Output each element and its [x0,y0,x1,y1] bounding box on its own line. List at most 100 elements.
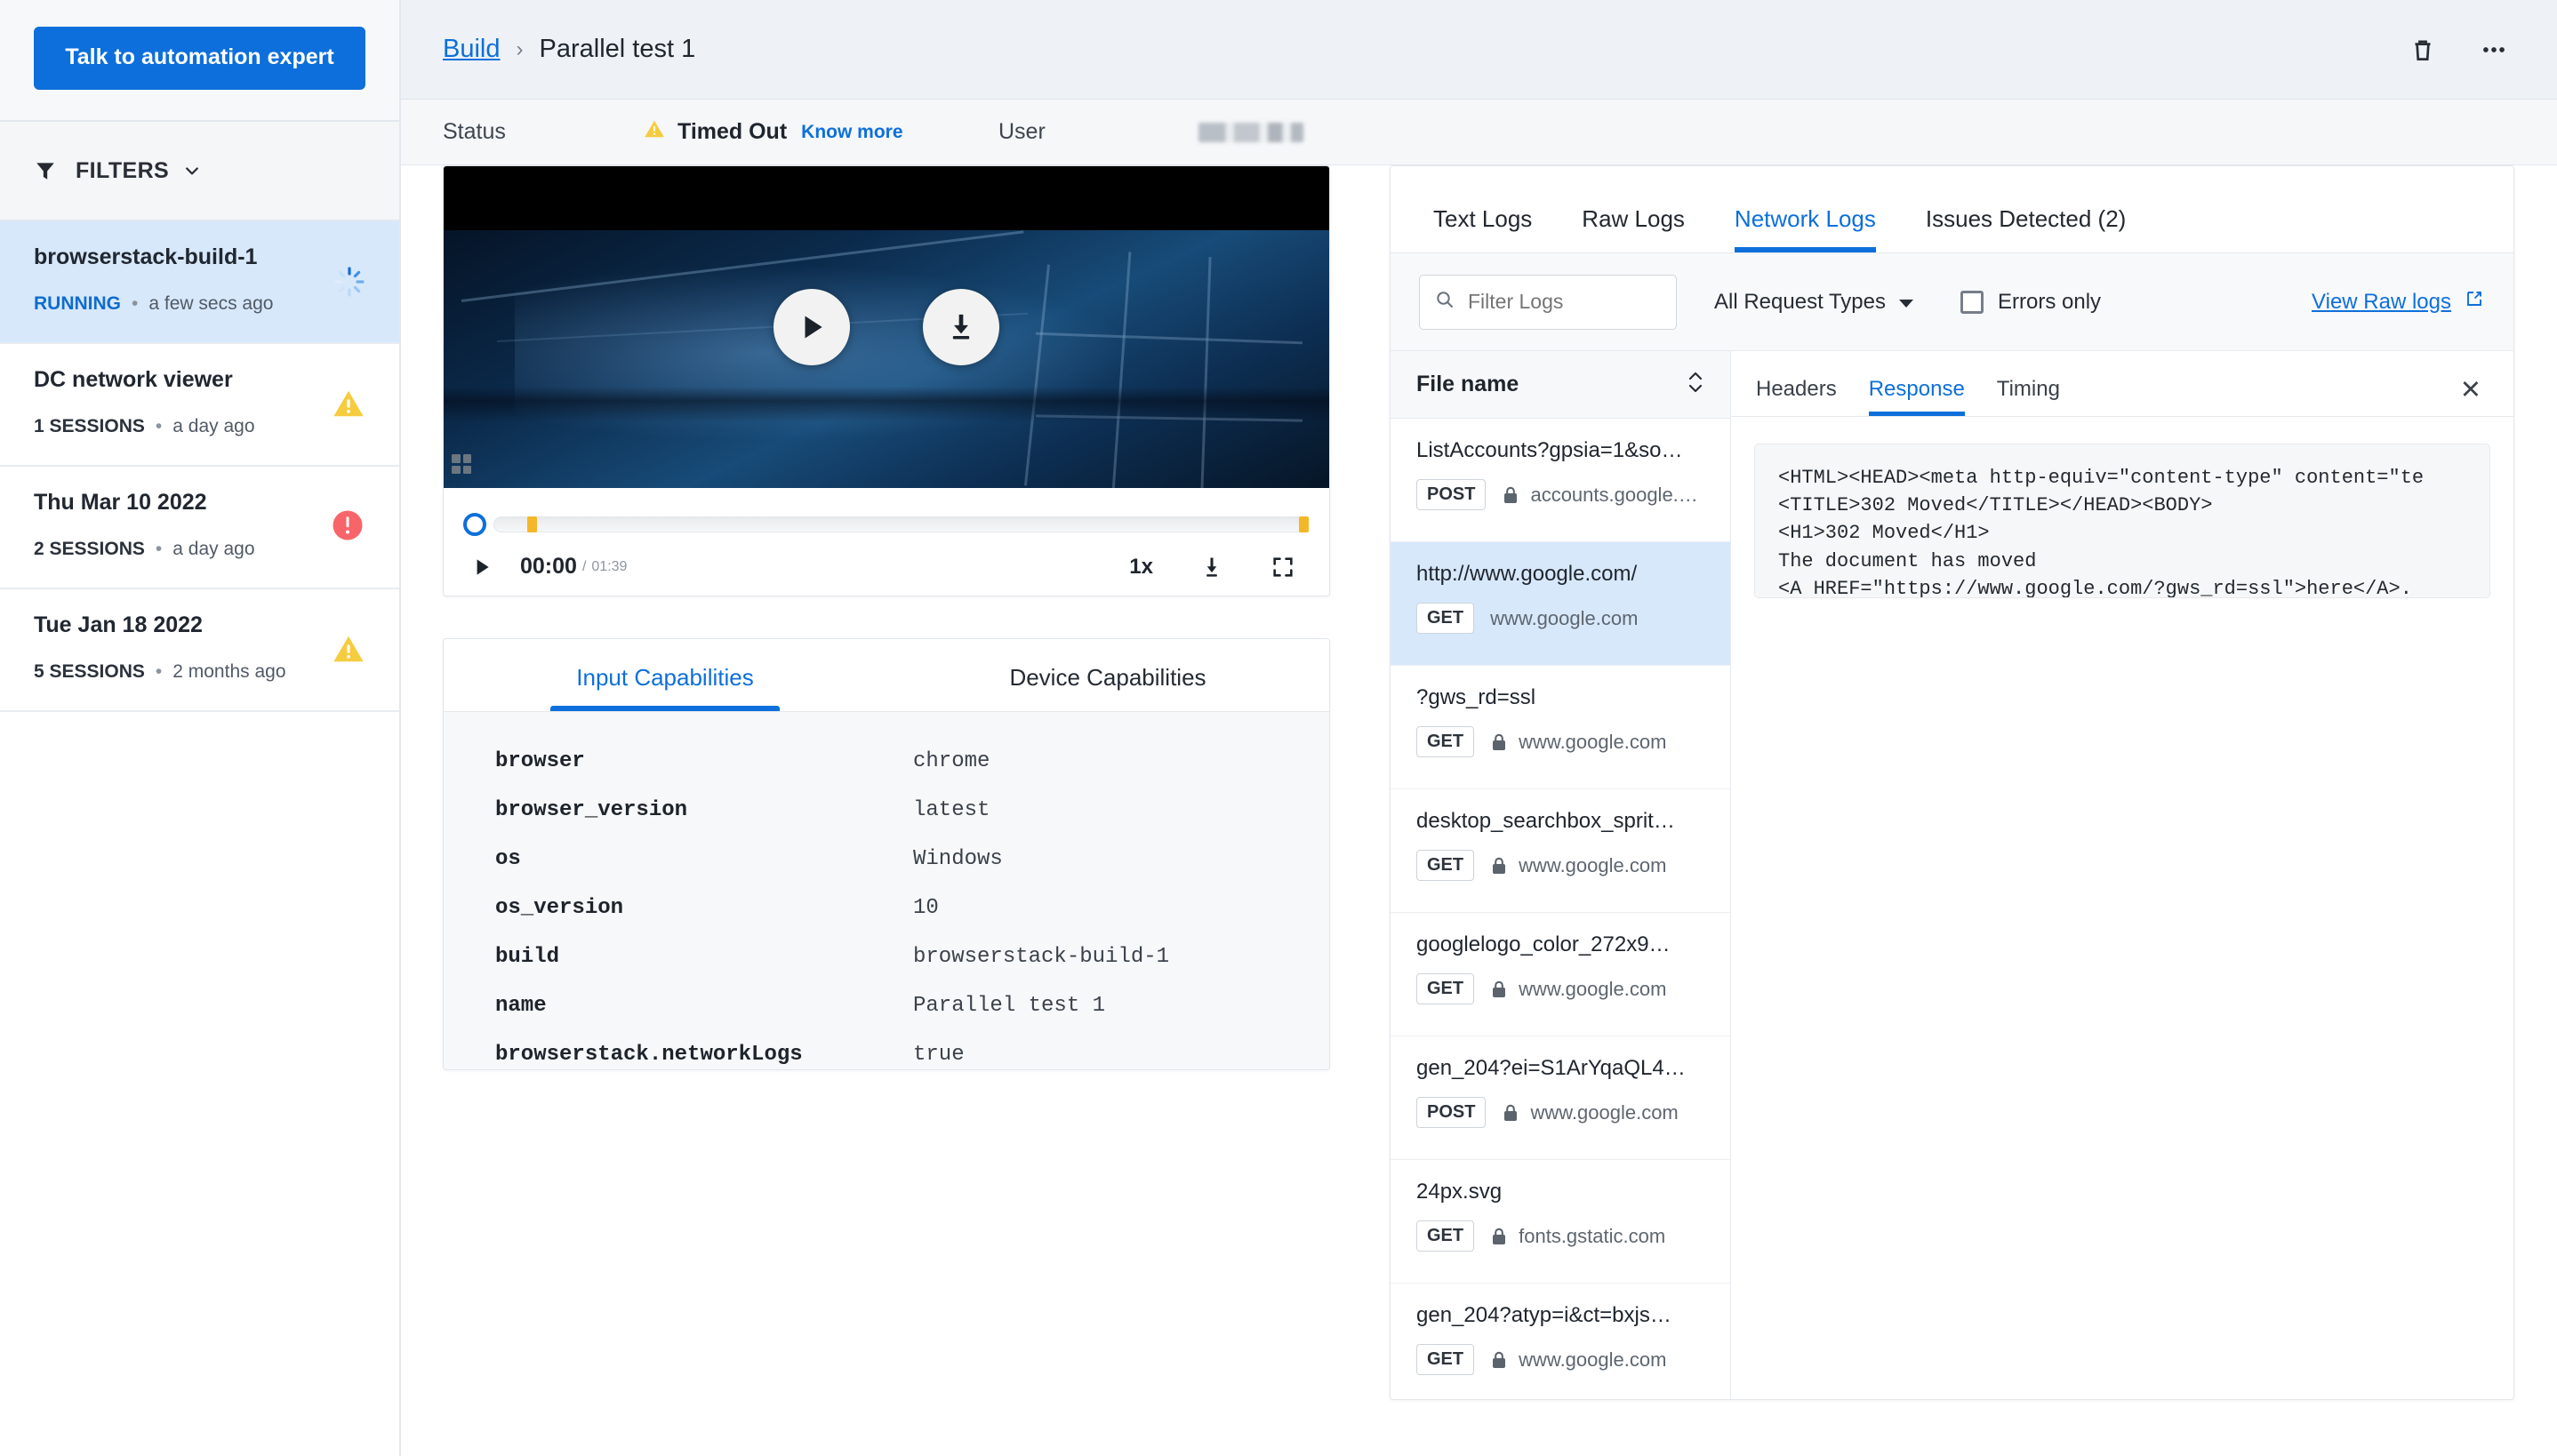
file-list-item[interactable]: 24px.svg GET fonts.gstatic.com [1391,1160,1730,1284]
file-list-item[interactable]: desktop_searchbox_sprit… GET www.google.… [1391,789,1730,913]
capability-row: build browserstack-build-1 [444,932,1329,981]
tab-issues-detected[interactable]: Issues Detected (2) [1926,205,2126,252]
file-host: fonts.gstatic.com [1519,1224,1666,1247]
file-sub: GET www.google.com [1416,603,1711,634]
session-status-bar: Status Timed Out Know more User [401,100,2557,165]
file-sub: GET www.google.com [1416,850,1711,881]
logs-tabs: Text Logs Raw Logs Network Logs Issues D… [1391,166,2513,253]
file-list-item[interactable]: gen_204?atyp=i&ct=bxjs… GET www.google.c… [1391,1284,1730,1399]
view-raw-logs-link[interactable]: View Raw logs [2312,288,2485,316]
lock-icon [1490,732,1508,752]
errors-only-checkbox[interactable]: Errors only [1960,290,2101,315]
tab-device-capabilities[interactable]: Device Capabilities [886,639,1329,711]
status-badge: Timed Out [677,119,788,144]
request-detail-column: Headers Response Timing ✕ <HTML><HEAD><m… [1731,351,2513,1399]
seek-marker [526,516,537,532]
logs-body: File name ListAccounts?gpsia=1&so… POST [1391,351,2513,1399]
play-icon[interactable] [470,555,493,580]
capability-value: latest [913,798,990,822]
capability-key: browserstack.networkLogs [495,1043,803,1067]
file-list-header[interactable]: File name [1391,351,1730,419]
seek-marker [1298,516,1309,532]
search-icon [1434,289,1455,315]
method-chip: GET [1416,726,1475,757]
capability-value: browserstack-build-1 [913,945,1170,969]
tab-text-logs[interactable]: Text Logs [1433,205,1532,252]
trash-icon[interactable] [2408,35,2438,65]
close-icon[interactable]: ✕ [2460,378,2481,404]
external-link-icon [2451,288,2485,316]
file-host: www.google.com [1490,606,1639,629]
playback-speed-button[interactable]: 1x [1129,555,1153,580]
filters-label: FILTERS [76,157,170,183]
lock-icon [1490,1227,1508,1246]
build-list-item[interactable]: Tue Jan 18 2022 5 SESSIONS • 2 months ago [0,589,399,712]
lock-icon [1502,485,1519,505]
warning-triangle-icon [332,632,367,668]
file-host: www.google.com [1519,853,1667,876]
detail-tabs: Headers Response Timing ✕ [1731,351,2513,417]
build-list-item[interactable]: Thu Mar 10 2022 2 SESSIONS • a day ago [0,467,399,589]
tab-network-logs[interactable]: Network Logs [1734,205,1876,252]
build-meta: 1 SESSIONS • a day ago [34,412,301,441]
file-sub: GET fonts.gstatic.com [1416,1220,1711,1252]
request-type-value: All Request Types [1714,289,1886,314]
build-list-item[interactable]: DC network viewer 1 SESSIONS • a day ago [0,344,399,467]
file-sub: GET www.google.com [1416,726,1711,757]
download-video-button[interactable] [923,289,999,365]
seek-track[interactable] [493,516,1309,532]
file-list-item[interactable]: http://www.google.com/ GET www.google.co… [1391,542,1730,666]
play-button[interactable] [774,289,850,365]
filter-logs-box[interactable] [1419,274,1731,330]
video-time-separator: / [581,558,587,574]
warning-triangle-icon [643,117,666,147]
breadcrumb-current: Parallel test 1 [539,35,696,63]
tab-timing[interactable]: Timing [1997,377,2060,416]
method-chip: POST [1416,1097,1487,1128]
build-time: a day ago [172,538,255,559]
response-body-text: <HTML><HEAD><meta http-equiv="content-ty… [1778,467,2425,598]
capability-row: os Windows [444,835,1329,884]
ellipsis-icon[interactable] [2479,35,2509,65]
breadcrumb-build-link[interactable]: Build [443,35,501,64]
seek-handle[interactable] [463,513,486,536]
build-sessions: 2 SESSIONS [34,538,145,559]
build-meta: 2 SESSIONS • a day ago [34,535,301,564]
capability-key: os [495,847,521,871]
response-body-box: <HTML><HEAD><meta http-equiv="content-ty… [1754,444,2490,598]
file-host: www.google.com [1519,1348,1667,1371]
download-icon[interactable] [1199,555,1224,580]
talk-to-automation-expert-button[interactable]: Talk to automation expert [34,27,365,90]
tab-raw-logs[interactable]: Raw Logs [1582,205,1685,252]
know-more-link[interactable]: Know more [801,122,902,143]
file-list-item[interactable]: gen_204?ei=S1ArYqaQL4… POST www.google.c… [1391,1036,1730,1160]
seek-row [463,509,1309,540]
error-circle-icon [332,509,367,545]
file-list-item[interactable]: ListAccounts?gpsia=1&so… POST accounts.g… [1391,419,1730,542]
video-control-row: 00:00 / 01:39 1x [465,554,1308,580]
file-list-item[interactable]: googlelogo_color_272x9… GET www.google.c… [1391,913,1730,1036]
build-list-item[interactable]: browserstack-build-1 RUNNING • a few secs … [0,221,399,344]
build-name: Tue Jan 18 2022 [34,612,203,637]
capability-row: browser chrome [444,737,1329,786]
tab-response[interactable]: Response [1868,377,1965,416]
filters-toggle[interactable]: FILTERS [0,122,399,221]
capabilities-body: browser chrome browser_version latest os… [444,712,1329,1069]
search-input[interactable] [1468,290,1731,314]
content-area: 00:00 / 01:39 1x Input Capabilities Devi… [401,165,2557,1456]
capabilities-card: Input Capabilities Device Capabilities b… [443,638,1330,1070]
view-raw-logs-label: View Raw logs [2312,289,2451,314]
file-list-item[interactable]: ?gws_rd=ssl GET www.google.com [1391,666,1730,789]
fullscreen-icon[interactable] [1270,555,1295,580]
request-type-dropdown[interactable]: All Request Types [1714,290,1914,315]
tab-headers[interactable]: Headers [1756,377,1837,416]
tab-input-capabilities[interactable]: Input Capabilities [444,639,886,711]
capability-row: browserstack.networkLogs true [444,1030,1329,1069]
capability-value: chrome [913,749,990,773]
video-frame [444,166,1329,488]
capability-value: 10 [913,896,939,920]
sort-icon[interactable] [1686,369,1705,400]
main-content: Build › Parallel test 1 Status Timed Out… [401,0,2557,1456]
capability-key: browser [495,749,585,773]
sidebar: Talk to automation expert FILTERS browse… [0,0,401,1456]
